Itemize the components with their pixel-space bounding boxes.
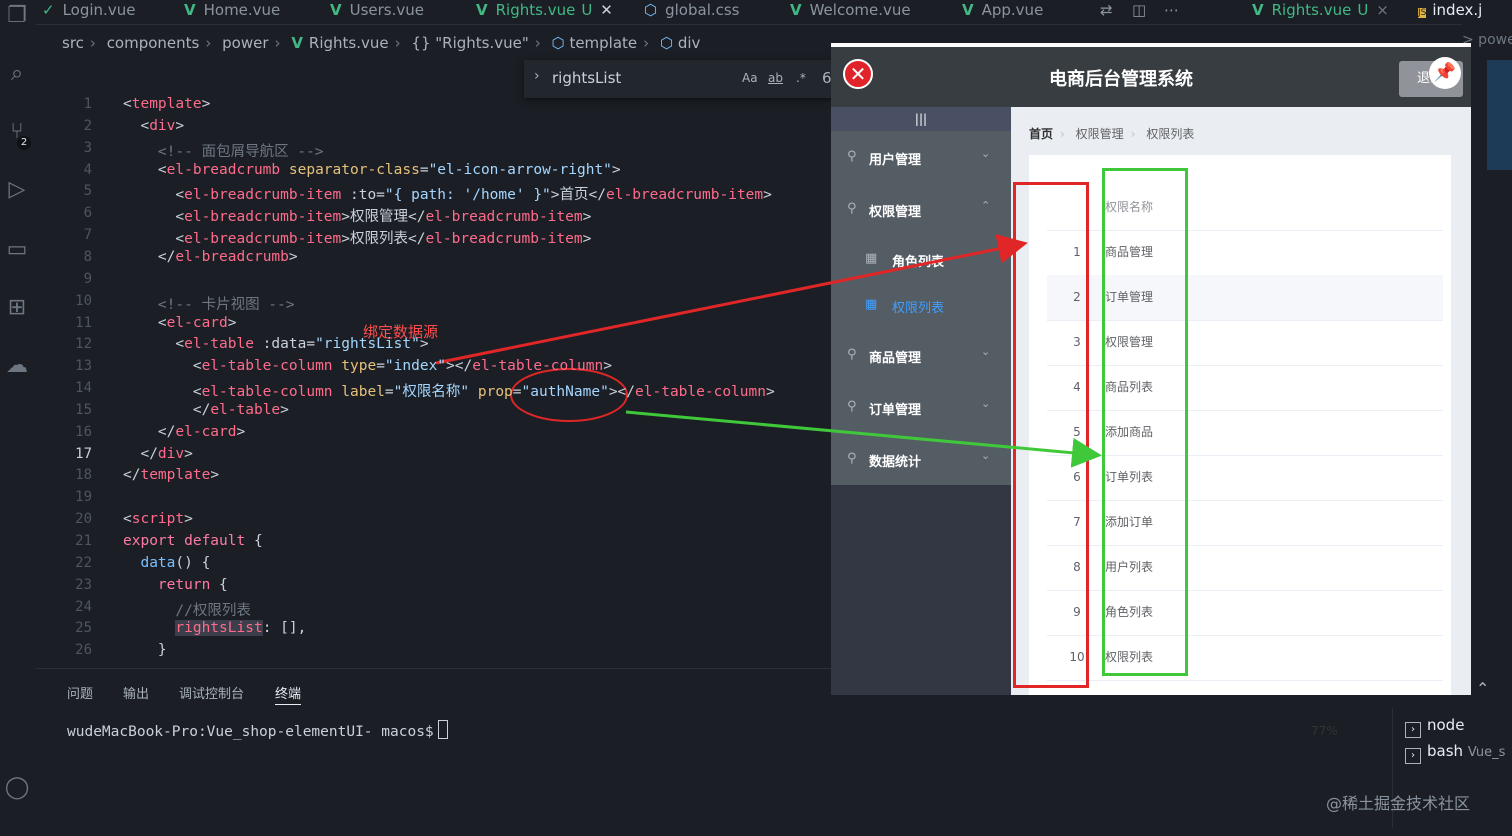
code-line[interactable]: <el-breadcrumb-item :to="{ path: '/home'…: [123, 183, 772, 204]
code-line[interactable]: <el-breadcrumb-item>权限管理</el-breadcrumb-…: [123, 205, 591, 226]
line-number: 23: [75, 576, 92, 593]
line-number: 14: [75, 380, 92, 397]
code-line[interactable]: }: [123, 642, 167, 658]
arrow-green: [625, 410, 1102, 468]
code-line[interactable]: export default {: [123, 533, 263, 549]
code-line[interactable]: </el-breadcrumb>: [123, 249, 298, 265]
code-line[interactable]: <el-card>: [123, 315, 237, 331]
code-line[interactable]: <!-- 卡片视图 -->: [123, 293, 295, 314]
line-number: 3: [83, 139, 92, 156]
code-line[interactable]: <script>: [123, 511, 193, 527]
line-number: 10: [75, 292, 92, 309]
line-number: 18: [75, 467, 92, 484]
line-number: 5: [83, 183, 92, 200]
code-line[interactable]: </el-table>: [123, 402, 289, 418]
line-number: 9: [83, 270, 92, 287]
code-line[interactable]: <el-table-column type="index"></el-table…: [123, 358, 612, 374]
line-number: 4: [83, 161, 92, 178]
line-number: 11: [75, 314, 92, 331]
line-number: 2: [83, 117, 92, 134]
arrow-red: [435, 234, 1028, 365]
code-line[interactable]: <template>: [123, 96, 210, 112]
line-number: 20: [75, 511, 92, 528]
line-number: 1: [83, 96, 92, 112]
code-line[interactable]: //权限列表: [123, 599, 250, 620]
code-line[interactable]: <el-table-column label="权限名称" prop="auth…: [123, 380, 775, 401]
code-line[interactable]: rightsList: [],: [123, 620, 306, 637]
code-line[interactable]: <el-breadcrumb-item>权限列表</el-breadcrumb-…: [123, 227, 591, 248]
line-number: 12: [75, 336, 92, 353]
code-line[interactable]: <el-breadcrumb separator-class="el-icon-…: [123, 162, 621, 178]
line-number: 25: [75, 620, 92, 637]
annotation-arrows: [435, 234, 1102, 468]
code-line[interactable]: return {: [123, 577, 228, 593]
line-number: 22: [75, 554, 92, 571]
line-number: 19: [75, 489, 92, 506]
line-number: 21: [75, 533, 92, 549]
code-line[interactable]: <el-table :data="rightsList">: [123, 336, 428, 352]
code-line[interactable]: </div>: [123, 446, 192, 462]
line-number: 15: [75, 401, 92, 418]
code-line[interactable]: data() {: [123, 555, 210, 571]
line-number: 8: [83, 248, 92, 265]
code-line[interactable]: </template>: [123, 467, 219, 483]
line-number: 13: [75, 358, 92, 375]
line-number: 6: [83, 205, 92, 222]
line-number: 7: [83, 227, 92, 244]
line-number: 17: [75, 445, 92, 462]
line-number: 24: [75, 598, 92, 615]
line-number: 16: [75, 423, 92, 440]
line-number: 26: [75, 642, 92, 659]
code-line[interactable]: </el-card>: [123, 424, 245, 440]
code-line[interactable]: <!-- 面包屑导航区 -->: [123, 140, 324, 161]
code-line[interactable]: <div>: [123, 118, 184, 134]
